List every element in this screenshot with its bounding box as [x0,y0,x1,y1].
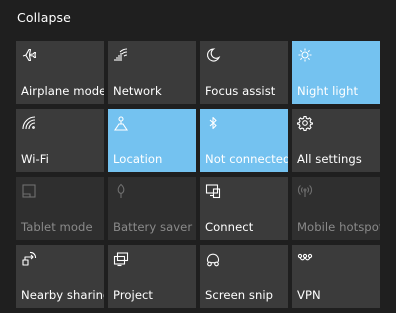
tile-label: Mobile hotspot [297,220,380,234]
location-icon [113,115,129,131]
screen-snip-icon [205,251,221,267]
tile-label: Airplane mode [21,84,104,98]
tile-tablet-mode[interactable]: Tablet mode [16,177,104,240]
tile-label: Night light [297,84,359,98]
tile-label: Network [113,84,162,98]
tile-label: Screen snip [205,288,274,302]
collapse-link[interactable]: Collapse [17,10,71,25]
tile-label: Location [113,152,163,166]
tile-screen-snip[interactable]: Screen snip [200,245,288,308]
tile-label: VPN [297,288,321,302]
project-icon [113,251,129,267]
tile-mobile-hotspot[interactable]: Mobile hotspot [292,177,380,240]
tile-connect[interactable]: Connect [200,177,288,240]
tile-label: Project [113,288,154,302]
hotspot-icon [297,183,313,199]
tile-night-light[interactable]: Night light [292,41,380,104]
tablet-mode-icon [21,183,37,199]
battery-saver-icon [113,183,129,199]
tile-wifi[interactable]: Wi-Fi [16,109,104,172]
tile-label: Battery saver [113,220,193,234]
quick-actions-grid: Airplane mode Network Focus assist Night… [16,41,380,308]
brightness-icon [297,47,313,63]
network-icon [113,47,129,63]
nearby-sharing-icon [21,251,37,267]
tile-vpn[interactable]: VPN [292,245,380,308]
tile-label: Not connected [205,152,288,166]
tile-battery-saver[interactable]: Battery saver [108,177,196,240]
tile-airplane-mode[interactable]: Airplane mode [16,41,104,104]
tile-label: Wi-Fi [21,152,49,166]
tile-nearby-sharing[interactable]: Nearby sharing [16,245,104,308]
airplane-icon [21,47,37,63]
tile-label: Focus assist [205,84,276,98]
tile-all-settings[interactable]: All settings [292,109,380,172]
tile-label: Nearby sharing [21,288,104,302]
gear-icon [297,115,313,131]
tile-label: Connect [205,220,254,234]
tile-label: Tablet mode [21,220,93,234]
tile-network[interactable]: Network [108,41,196,104]
tile-location[interactable]: Location [108,109,196,172]
tile-project[interactable]: Project [108,245,196,308]
action-center-quick-actions: Collapse Airplane mode Network Focus ass… [0,0,396,313]
tile-focus-assist[interactable]: Focus assist [200,41,288,104]
tile-label: All settings [297,152,362,166]
bluetooth-icon [205,115,221,131]
moon-icon [205,47,221,63]
tile-bluetooth[interactable]: Not connected [200,109,288,172]
vpn-icon [297,251,313,267]
connect-icon [205,183,221,199]
wifi-icon [21,115,37,131]
